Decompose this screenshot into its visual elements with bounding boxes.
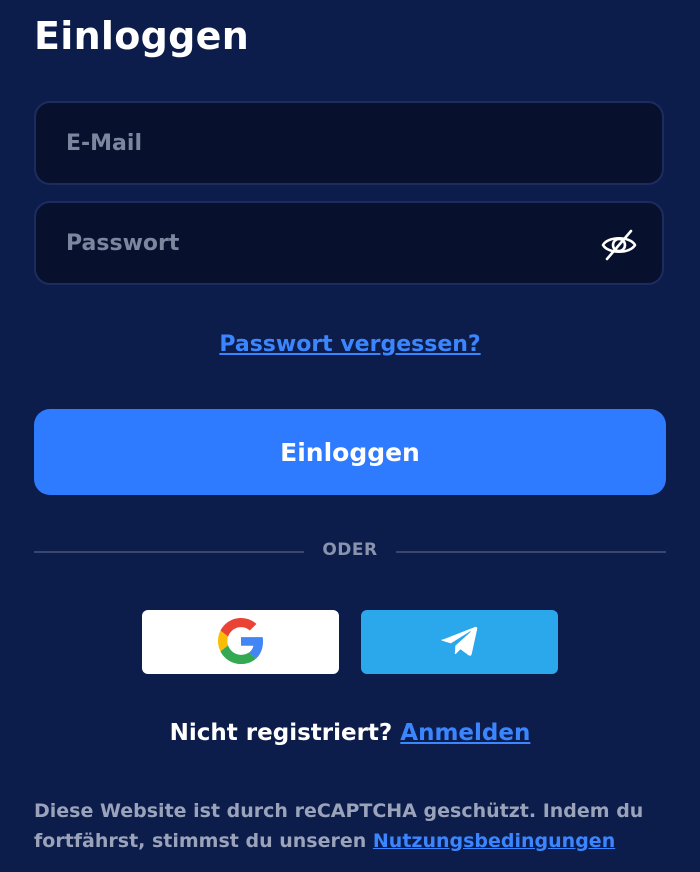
terms-link[interactable]: Nutzungsbedingungen	[373, 830, 615, 852]
telegram-login-button[interactable]	[361, 610, 558, 674]
password-field[interactable]	[36, 203, 662, 283]
google-icon	[217, 617, 264, 667]
legal-notice: Diese Website ist durch reCAPTCHA geschü…	[34, 796, 674, 856]
forgot-password-row: Passwort vergessen?	[0, 332, 700, 357]
password-field-container	[34, 201, 664, 285]
register-link[interactable]: Anmelden	[400, 720, 530, 746]
divider-label: ODER	[322, 540, 378, 560]
email-field[interactable]	[36, 103, 662, 183]
email-field-container	[34, 101, 664, 185]
page-title: Einloggen	[34, 14, 250, 58]
register-prompt: Nicht registriert?	[169, 720, 393, 746]
eye-off-icon[interactable]	[600, 226, 638, 264]
login-button[interactable]: Einloggen	[34, 409, 666, 495]
forgot-password-link[interactable]: Passwort vergessen?	[219, 332, 480, 357]
divider-line-left	[34, 551, 304, 553]
google-login-button[interactable]	[142, 610, 339, 674]
register-row: Nicht registriert? Anmelden	[0, 720, 700, 746]
divider-line-right	[396, 551, 666, 553]
telegram-icon	[440, 625, 479, 660]
